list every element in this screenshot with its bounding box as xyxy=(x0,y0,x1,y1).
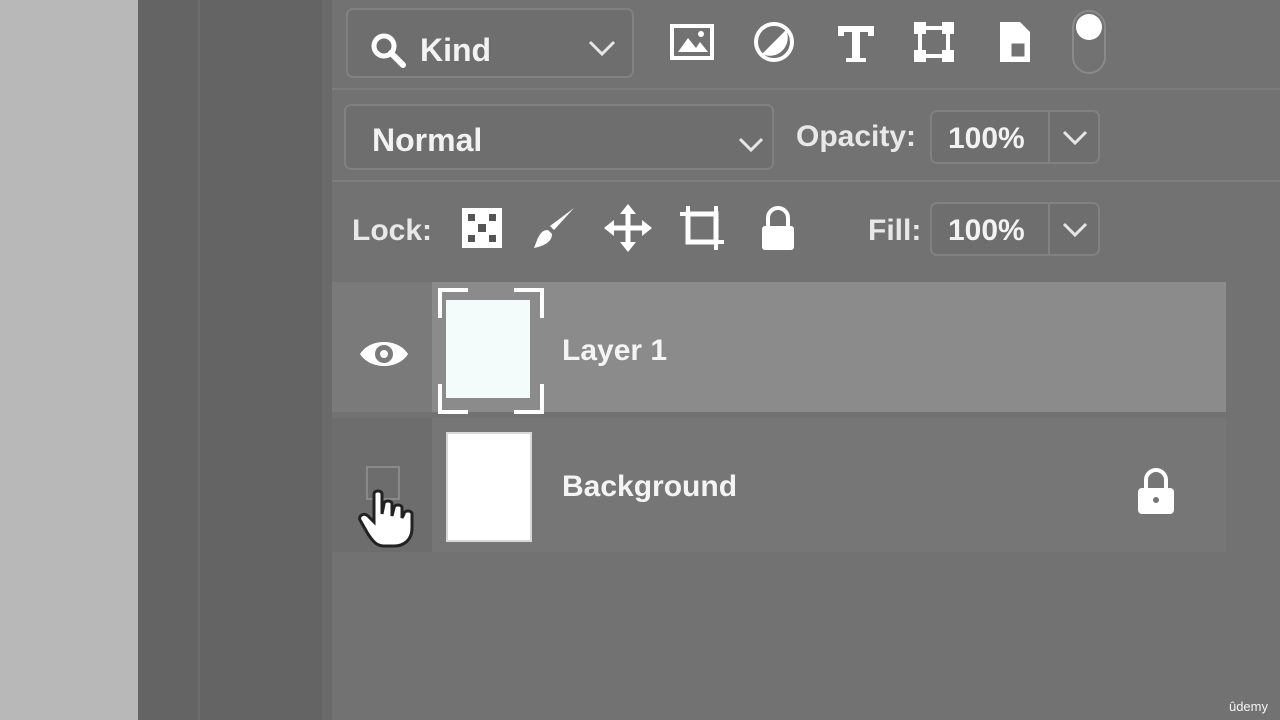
divider xyxy=(332,88,1280,90)
filter-toggle-switch[interactable] xyxy=(1072,10,1106,74)
divider xyxy=(198,0,200,720)
layer-name[interactable]: Background xyxy=(562,470,737,504)
layer-name[interactable]: Layer 1 xyxy=(562,334,667,368)
fill-value[interactable]: 100% xyxy=(948,214,1025,248)
fill-field[interactable]: 100% xyxy=(930,202,1100,256)
divider xyxy=(1048,112,1050,162)
lock-position-icon[interactable] xyxy=(604,204,652,252)
chevron-down-icon[interactable] xyxy=(1060,128,1090,148)
lock-all-icon[interactable] xyxy=(754,204,802,252)
search-icon xyxy=(371,33,406,68)
divider xyxy=(332,180,1280,182)
eye-icon[interactable] xyxy=(358,334,410,374)
image-filter-icon[interactable] xyxy=(668,18,716,66)
toggle-knob xyxy=(1076,14,1102,40)
blend-mode-value: Normal xyxy=(372,122,483,158)
opacity-value[interactable]: 100% xyxy=(948,122,1025,156)
udemy-watermark: ûdemy xyxy=(1228,699,1268,714)
chevron-down-icon xyxy=(588,40,616,57)
selection-corner xyxy=(514,288,544,318)
shape-filter-icon[interactable] xyxy=(910,18,958,66)
selection-corner xyxy=(438,384,468,414)
lock-artboard-icon[interactable] xyxy=(678,204,726,252)
lock-image-pixels-icon[interactable] xyxy=(530,204,578,252)
document-canvas-edge xyxy=(0,0,138,720)
panel-scrollbar[interactable] xyxy=(322,0,332,720)
chevron-down-icon xyxy=(738,137,764,153)
opacity-label: Opacity: xyxy=(796,120,917,153)
divider xyxy=(1048,204,1050,254)
type-filter-icon[interactable] xyxy=(832,18,880,66)
filter-kind-dropdown[interactable]: Kind xyxy=(346,8,634,78)
chevron-down-icon[interactable] xyxy=(1060,220,1090,240)
hand-cursor-icon xyxy=(358,489,414,548)
selection-corner xyxy=(514,384,544,414)
lock-label: Lock: xyxy=(352,214,433,247)
lock-transparent-pixels-icon[interactable] xyxy=(458,204,506,252)
opacity-field[interactable]: 100% xyxy=(930,110,1100,164)
blend-mode-dropdown[interactable]: Normal xyxy=(344,104,774,170)
fill-label: Fill: xyxy=(868,214,922,247)
panel-gutter xyxy=(138,0,332,720)
lock-icon[interactable] xyxy=(1134,466,1178,516)
layer-thumbnail[interactable] xyxy=(446,432,532,542)
adjustment-filter-icon[interactable] xyxy=(750,18,798,66)
selection-corner xyxy=(438,288,468,318)
filter-kind-label: Kind xyxy=(420,32,492,68)
smart-object-filter-icon[interactable] xyxy=(992,18,1040,66)
